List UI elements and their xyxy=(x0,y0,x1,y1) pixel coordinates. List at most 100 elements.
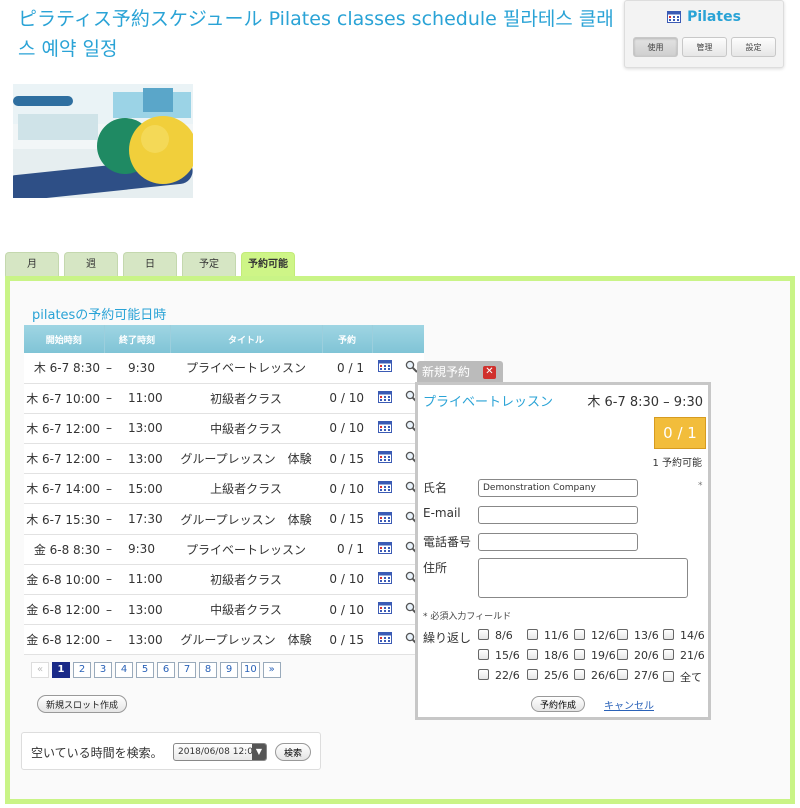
name-field[interactable]: Demonstration Company xyxy=(478,479,638,497)
app-title-text: Pilates xyxy=(687,9,741,25)
pager-page-5[interactable]: 5 xyxy=(136,662,154,678)
header-end: 終了時刻 xyxy=(103,325,170,353)
calendar-icon[interactable] xyxy=(372,624,398,656)
checkbox[interactable] xyxy=(478,649,489,660)
checkbox[interactable] xyxy=(527,649,538,660)
row-dash: – xyxy=(104,353,114,384)
repeat-option-label: 21/6 xyxy=(680,649,705,662)
new-slot-button[interactable]: 新規スロット作成 xyxy=(37,695,128,713)
checkbox[interactable] xyxy=(617,629,628,640)
checkbox[interactable] xyxy=(478,629,489,640)
row-dash: – xyxy=(104,443,114,475)
row-end: 11:00 xyxy=(114,383,170,414)
pager-page-1[interactable]: 1 xyxy=(52,662,70,678)
cancel-link[interactable]: キャンセル xyxy=(604,697,654,712)
calendar-icon[interactable] xyxy=(372,383,398,414)
table-row[interactable]: 金 6-8 12:00–13:00 中級者クラス 0 / 10 xyxy=(24,594,424,626)
repeat-option[interactable]: 12/6 xyxy=(574,629,616,642)
tab-day[interactable]: 日 xyxy=(123,252,177,276)
pager-page-8[interactable]: 8 xyxy=(199,662,217,678)
table-row[interactable]: 木 6-7 12:00–13:00 中級者クラス 0 / 10 xyxy=(24,413,424,445)
phone-field[interactable] xyxy=(478,533,638,551)
checkbox[interactable] xyxy=(617,649,628,660)
checkbox[interactable] xyxy=(617,669,628,680)
row-start: 木 6-7 12:00 xyxy=(24,413,104,445)
pager-page-9[interactable]: 9 xyxy=(220,662,238,678)
datetime-select-value: 2018/06/08 12:00 xyxy=(178,747,259,757)
checkbox[interactable] xyxy=(527,629,538,640)
close-icon[interactable]: ✕ xyxy=(483,366,496,379)
repeat-option[interactable]: 19/6 xyxy=(574,649,616,662)
row-title: グループレッスン 体験 xyxy=(170,443,322,475)
use-button[interactable]: 使用 xyxy=(633,37,678,57)
pager-prev[interactable]: « xyxy=(31,662,49,678)
tab-available[interactable]: 予約可能 xyxy=(241,252,295,276)
repeat-option[interactable]: 25/6 xyxy=(527,669,569,682)
repeat-option[interactable]: 11/6 xyxy=(527,629,569,642)
pager-page-7[interactable]: 7 xyxy=(178,662,196,678)
pager-next[interactable]: » xyxy=(262,662,281,678)
repeat-option[interactable]: 15/6 xyxy=(478,649,520,662)
checkbox[interactable] xyxy=(527,669,538,680)
row-booked: 0 / 1 xyxy=(322,353,372,384)
table-row[interactable]: 木 6-7 10:00–11:00 初級者クラス 0 / 10 xyxy=(24,383,424,414)
table-row[interactable]: 木 6-7 15:30–17:30 グループレッスン 体験 0 / 15 xyxy=(24,503,424,535)
tab-month[interactable]: 月 xyxy=(5,252,59,276)
calendar-icon[interactable] xyxy=(372,534,398,565)
pager-page-6[interactable]: 6 xyxy=(157,662,175,678)
tab-week[interactable]: 週 xyxy=(64,252,118,276)
row-end: 13:00 xyxy=(114,594,170,626)
pager-page-2[interactable]: 2 xyxy=(73,662,91,678)
repeat-option[interactable]: 8/6 xyxy=(478,629,513,642)
calendar-icon[interactable] xyxy=(372,594,398,626)
search-button[interactable]: 検索 xyxy=(275,743,312,761)
datetime-select[interactable]: 2018/06/08 12:00 ▼ xyxy=(173,743,267,761)
email-field[interactable] xyxy=(478,506,638,524)
table-row[interactable]: 木 6-7 14:00–15:00 上級者クラス 0 / 10 xyxy=(24,473,424,505)
repeat-option[interactable]: 18/6 xyxy=(527,649,569,662)
repeat-option[interactable]: 14/6 xyxy=(663,629,705,642)
checkbox[interactable] xyxy=(574,649,585,660)
repeat-option[interactable]: 20/6 xyxy=(617,649,659,662)
repeat-option[interactable]: 26/6 xyxy=(574,669,616,682)
address-field[interactable] xyxy=(478,558,688,598)
checkbox[interactable] xyxy=(663,649,674,660)
pagination: « 1 2 3 4 5 6 7 8 9 10 » xyxy=(31,662,281,678)
repeat-option[interactable]: 22/6 xyxy=(478,669,520,682)
row-start: 金 6-8 10:00 xyxy=(24,564,104,596)
repeat-option-label: 15/6 xyxy=(495,649,520,662)
calendar-icon[interactable] xyxy=(372,353,398,384)
calendar-icon[interactable] xyxy=(372,564,398,596)
repeat-option[interactable]: 全て xyxy=(663,669,702,685)
row-booked: 0 / 15 xyxy=(322,624,372,656)
repeat-option[interactable]: 27/6 xyxy=(617,669,659,682)
table-row[interactable]: 金 6-8 12:00–13:00 グループレッスン 体験 0 / 15 xyxy=(24,624,424,656)
settings-button[interactable]: 設定 xyxy=(731,37,776,57)
tab-schedule[interactable]: 予定 xyxy=(182,252,236,276)
table-row[interactable]: 木 6-7 8:30–9:30 プライベートレッスン 0 / 1 xyxy=(24,353,424,384)
calendar-icon[interactable] xyxy=(372,503,398,535)
manage-button[interactable]: 管理 xyxy=(682,37,727,57)
repeat-option[interactable]: 21/6 xyxy=(663,649,705,662)
calendar-icon[interactable] xyxy=(372,443,398,475)
calendar-icon[interactable] xyxy=(372,413,398,445)
repeat-option[interactable]: 13/6 xyxy=(617,629,659,642)
table-row[interactable]: 金 6-8 8:30–9:30 プライベートレッスン 0 / 1 xyxy=(24,534,424,565)
checkbox[interactable] xyxy=(574,629,585,640)
calendar-icon xyxy=(667,11,682,23)
table-row[interactable]: 木 6-7 12:00–13:00 グループレッスン 体験 0 / 15 xyxy=(24,443,424,475)
table-row[interactable]: 金 6-8 10:00–11:00 初級者クラス 0 / 10 xyxy=(24,564,424,596)
pager-page-3[interactable]: 3 xyxy=(94,662,112,678)
pager-page-4[interactable]: 4 xyxy=(115,662,133,678)
calendar-icon[interactable] xyxy=(372,473,398,505)
checkbox[interactable] xyxy=(574,669,585,680)
header-start: 開始時刻 xyxy=(24,325,104,353)
checkbox[interactable] xyxy=(478,669,489,680)
pager-page-10[interactable]: 10 xyxy=(241,662,260,678)
capacity-note: 1 予約可能 xyxy=(652,458,702,469)
create-booking-button[interactable]: 予約作成 xyxy=(531,696,586,712)
pilates-photo xyxy=(13,84,193,198)
repeat-option-label: 13/6 xyxy=(634,629,659,642)
checkbox[interactable] xyxy=(663,629,674,640)
checkbox[interactable] xyxy=(663,671,674,682)
